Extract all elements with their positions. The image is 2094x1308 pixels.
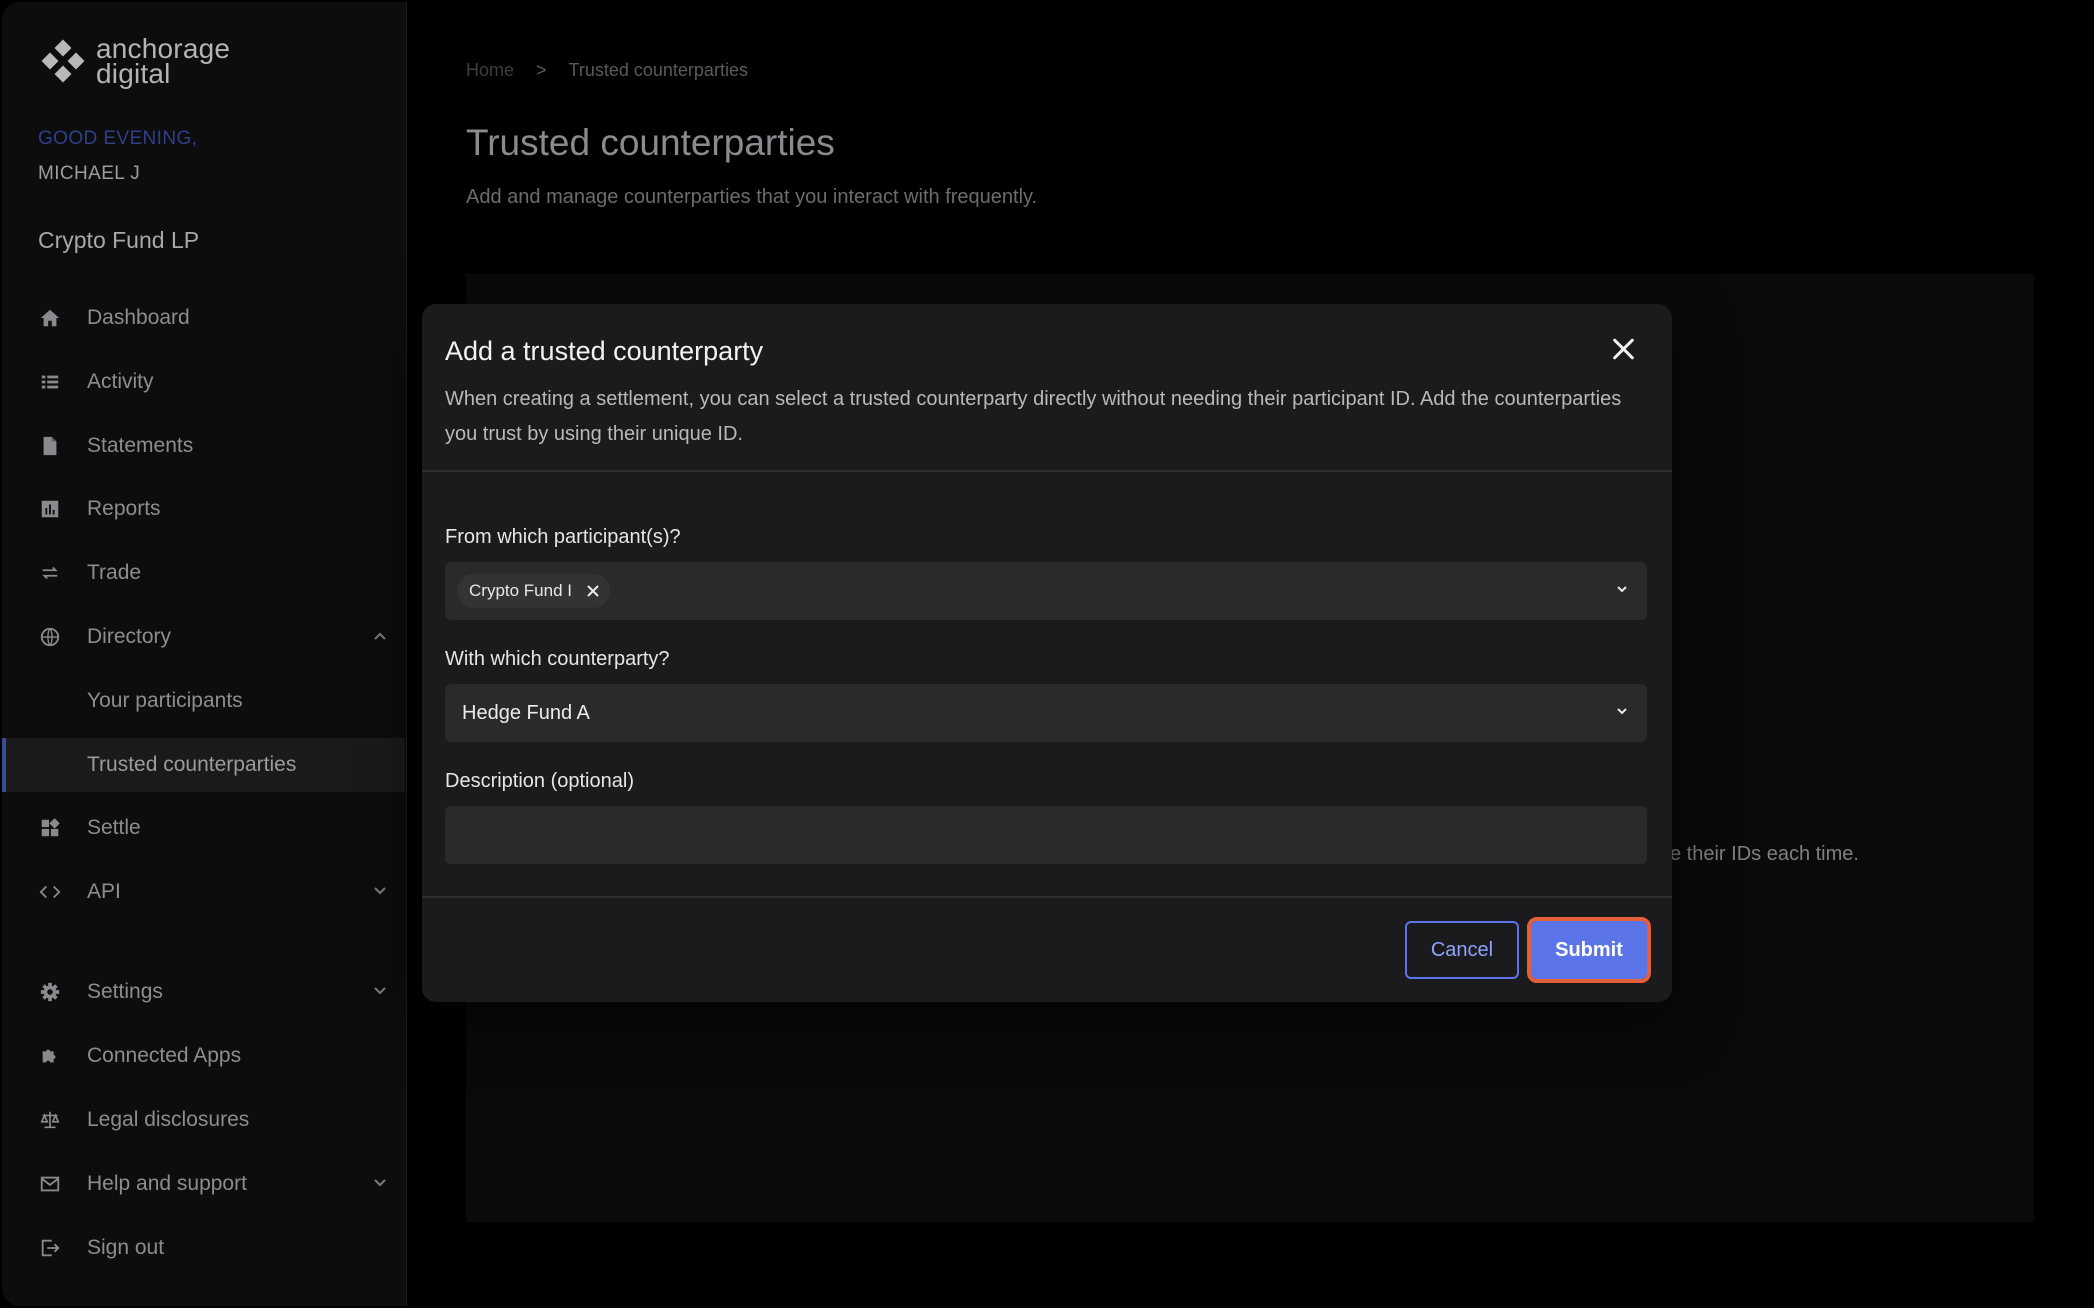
panel-empty-text: e their IDs each time. [1670, 843, 1859, 865]
sidebar-item-label: Legal disclosures [87, 1108, 250, 1131]
sidebar-item-statements[interactable]: Statements [2, 419, 405, 473]
sidebar: anchorage digital GOOD EVENING, MICHAEL … [2, 2, 407, 1306]
arrows-icon [38, 561, 62, 585]
bar-chart-icon [38, 497, 62, 521]
sidebar-item-label: Settle [87, 816, 141, 839]
code-icon [38, 880, 62, 904]
participant-chip-label: Crypto Fund I [469, 581, 572, 600]
user-name: MICHAEL J [38, 163, 141, 184]
sidebar-item-label: Activity [87, 370, 154, 393]
sidebar-item-settings[interactable]: Settings [2, 965, 405, 1019]
sidebar-item-label: Trade [87, 561, 142, 584]
counterparty-value: Hedge Fund A [462, 702, 590, 724]
divider [422, 470, 1672, 472]
sidebar-item-legal-disclosures[interactable]: Legal disclosures [2, 1093, 405, 1147]
sidebar-item-sign-out[interactable]: Sign out [2, 1221, 405, 1275]
counterparty-select[interactable]: Hedge Fund A [445, 684, 1647, 742]
sidebar-item-label: Help and support [87, 1172, 247, 1195]
sidebar-item-activity[interactable]: Activity [2, 355, 405, 409]
sidebar-item-api[interactable]: API [2, 865, 405, 919]
sidebar-item-label: Statements [87, 434, 194, 457]
sidebar-item-label: Your participants [87, 689, 243, 712]
breadcrumb: Home > Trusted counterparties [466, 60, 748, 81]
document-icon [38, 434, 62, 458]
mail-icon [38, 1172, 62, 1196]
modal-title: Add a trusted counterparty [445, 336, 764, 366]
gear-icon [38, 980, 62, 1004]
breadcrumb-current: Trusted counterparties [568, 60, 748, 80]
list-icon [38, 370, 62, 394]
puzzle-icon [38, 1044, 62, 1068]
submit-button[interactable]: Submit [1527, 917, 1651, 983]
cancel-button[interactable]: Cancel [1405, 921, 1519, 979]
sign-out-icon [38, 1236, 62, 1260]
sidebar-item-label: Trusted counterparties [87, 753, 297, 776]
counterparty-label: With which counterparty? [445, 648, 670, 670]
participant-chip: Crypto Fund I [457, 574, 610, 608]
sidebar-item-help-and-support[interactable]: Help and support [2, 1157, 405, 1211]
grid-icon [38, 816, 62, 840]
add-counterparty-modal: Add a trusted counterparty When creating… [422, 304, 1672, 1002]
sidebar-item-label: Dashboard [87, 306, 190, 329]
sidebar-item-reports[interactable]: Reports [2, 482, 405, 536]
page-title: Trusted counterparties [466, 122, 835, 163]
sidebar-item-directory[interactable]: Directory [2, 610, 405, 664]
participants-label: From which participant(s)? [445, 526, 681, 548]
chevron-down-icon[interactable] [1615, 582, 1629, 596]
sidebar-item-label: Sign out [87, 1236, 165, 1259]
sidebar-item-connected-apps[interactable]: Connected Apps [2, 1029, 405, 1083]
scale-icon [38, 1108, 62, 1132]
remove-chip-icon[interactable] [584, 582, 602, 600]
brand-line-2: digital [96, 58, 171, 89]
sidebar-item-label: Directory [87, 625, 172, 648]
chevron-down-icon[interactable] [1615, 704, 1629, 718]
sidebar-item-trade[interactable]: Trade [2, 546, 405, 600]
modal-description: When creating a settlement, you can sele… [445, 388, 1622, 445]
breadcrumb-separator-icon: > [536, 60, 547, 80]
greeting: GOOD EVENING, [38, 128, 198, 149]
breadcrumb-home[interactable]: Home [466, 60, 514, 81]
globe-icon [38, 625, 62, 649]
sidebar-item-trusted-counterparties[interactable]: Trusted counterparties [2, 738, 405, 792]
home-icon [38, 306, 62, 330]
sidebar-item-settle[interactable]: Settle [2, 801, 405, 855]
close-icon[interactable] [1608, 334, 1638, 364]
participants-select[interactable]: Crypto Fund I [445, 562, 1647, 620]
description-label: Description (optional) [445, 770, 634, 792]
chevron-down-icon [373, 983, 387, 1001]
brand-logo[interactable]: anchorage digital [40, 35, 230, 89]
org-name[interactable]: Crypto Fund LP [38, 227, 199, 254]
sidebar-item-dashboard[interactable]: Dashboard [2, 291, 405, 345]
page-subtitle: Add and manage counterparties that you i… [466, 186, 1038, 208]
sidebar-item-label: API [87, 880, 121, 903]
sidebar-item-label: Connected Apps [87, 1044, 242, 1067]
sidebar-item-label: Reports [87, 497, 161, 520]
chevron-down-icon [373, 883, 387, 901]
chevron-up-icon [373, 628, 387, 646]
app-window: anchorage digital GOOD EVENING, MICHAEL … [0, 0, 2094, 1308]
description-input[interactable] [445, 806, 1647, 864]
chevron-down-icon [373, 1175, 387, 1193]
sidebar-item-label: Settings [87, 980, 163, 1003]
divider [422, 896, 1672, 898]
sidebar-item-your-participants[interactable]: Your participants [2, 674, 405, 728]
anchorage-logo-icon [40, 38, 86, 84]
